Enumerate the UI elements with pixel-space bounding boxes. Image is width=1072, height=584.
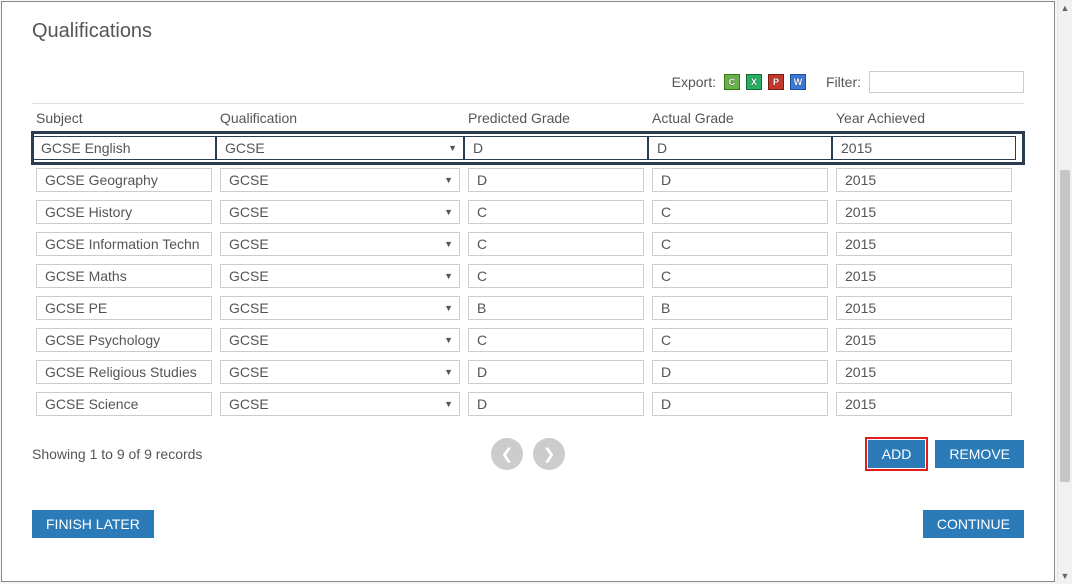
pager: ❮ ❯ <box>491 438 565 470</box>
table-row[interactable]: GCSE PE GCSE BB 2015 <box>32 292 1024 324</box>
table-header: Subject Qualification Predicted Grade Ac… <box>32 104 1024 132</box>
col-predicted-grade[interactable]: Predicted Grade <box>464 110 648 126</box>
row-action-buttons: ADD REMOVE <box>868 440 1024 468</box>
qualification-select[interactable]: GCSE <box>220 360 460 384</box>
predicted-grade-input[interactable]: D <box>468 168 644 192</box>
table-toolbar: Export: C X P W Filter: <box>32 71 1024 93</box>
predicted-grade-input[interactable]: C <box>468 328 644 352</box>
qualification-select[interactable]: GCSE <box>220 200 460 224</box>
actual-grade-input[interactable]: D <box>648 136 832 160</box>
records-info: Showing 1 to 9 of 9 records <box>32 446 202 462</box>
continue-button[interactable]: CONTINUE <box>923 510 1024 538</box>
actual-grade-input[interactable]: D <box>652 392 828 416</box>
table-row[interactable]: GCSE Information Techn GCSE CC 2015 <box>32 228 1024 260</box>
predicted-grade-input[interactable]: C <box>468 264 644 288</box>
qualifications-table: Subject Qualification Predicted Grade Ac… <box>32 103 1024 420</box>
table-row[interactable]: GCSE Science GCSE DD 2015 <box>32 388 1024 420</box>
year-achieved-input[interactable]: 2015 <box>832 136 1016 160</box>
scrollbar-track[interactable] <box>1058 16 1072 568</box>
filter-label: Filter: <box>826 74 861 90</box>
year-achieved-input[interactable]: 2015 <box>836 392 1012 416</box>
qualification-select[interactable]: GCSE <box>220 328 460 352</box>
year-achieved-input[interactable]: 2015 <box>836 360 1012 384</box>
subject-input[interactable]: GCSE Geography <box>36 168 212 192</box>
year-achieved-input[interactable]: 2015 <box>836 168 1012 192</box>
actual-grade-input[interactable]: C <box>652 200 828 224</box>
subject-input[interactable]: GCSE Psychology <box>36 328 212 352</box>
table-row[interactable]: GCSE Geography GCSE DD 2015 <box>32 164 1024 196</box>
subject-input[interactable]: GCSE English <box>32 136 216 160</box>
table-row[interactable]: GCSE EnglishGCSEDD2015 <box>32 132 1024 164</box>
table-row[interactable]: GCSE History GCSE CC 2015 <box>32 196 1024 228</box>
col-actual-grade[interactable]: Actual Grade <box>648 110 832 126</box>
actual-grade-input[interactable]: C <box>652 264 828 288</box>
predicted-grade-input[interactable]: C <box>468 200 644 224</box>
pager-prev-button[interactable]: ❮ <box>491 438 523 470</box>
qualification-select[interactable]: GCSE <box>220 392 460 416</box>
pager-next-button[interactable]: ❯ <box>533 438 565 470</box>
finish-later-button[interactable]: FINISH LATER <box>32 510 154 538</box>
year-achieved-input[interactable]: 2015 <box>836 200 1012 224</box>
year-achieved-input[interactable]: 2015 <box>836 232 1012 256</box>
remove-button[interactable]: REMOVE <box>935 440 1024 468</box>
year-achieved-input[interactable]: 2015 <box>836 296 1012 320</box>
filter-input[interactable] <box>869 71 1024 93</box>
qualification-select[interactable]: GCSE <box>216 136 464 160</box>
predicted-grade-input[interactable]: D <box>464 136 648 160</box>
export-label: Export: <box>672 74 716 90</box>
word-export-icon[interactable]: W <box>790 74 806 90</box>
predicted-grade-input[interactable]: C <box>468 232 644 256</box>
predicted-grade-input[interactable]: D <box>468 392 644 416</box>
actual-grade-input[interactable]: D <box>652 360 828 384</box>
scrollbar[interactable]: ▲ ▼ <box>1057 0 1072 584</box>
col-subject[interactable]: Subject <box>32 110 216 126</box>
subject-input[interactable]: GCSE History <box>36 200 212 224</box>
subject-input[interactable]: GCSE PE <box>36 296 212 320</box>
qualification-select[interactable]: GCSE <box>220 168 460 192</box>
qualification-select[interactable]: GCSE <box>220 296 460 320</box>
predicted-grade-input[interactable]: D <box>468 360 644 384</box>
year-achieved-input[interactable]: 2015 <box>836 264 1012 288</box>
page-actions: FINISH LATER CONTINUE <box>32 510 1024 538</box>
pdf-export-icon[interactable]: P <box>768 74 784 90</box>
year-achieved-input[interactable]: 2015 <box>836 328 1012 352</box>
chevron-right-icon: ❯ <box>543 445 556 463</box>
table-row[interactable]: GCSE Maths GCSE CC 2015 <box>32 260 1024 292</box>
qualification-select[interactable]: GCSE <box>220 264 460 288</box>
col-qualification[interactable]: Qualification <box>216 110 464 126</box>
chevron-left-icon: ❮ <box>501 445 514 463</box>
subject-input[interactable]: GCSE Religious Studies <box>36 360 212 384</box>
predicted-grade-input[interactable]: B <box>468 296 644 320</box>
subject-input[interactable]: GCSE Maths <box>36 264 212 288</box>
csv-export-icon[interactable]: C <box>724 74 740 90</box>
qualifications-page: Qualifications Export: C X P W Filter: S… <box>2 2 1054 558</box>
page-title: Qualifications <box>32 20 1024 43</box>
app-viewport: Qualifications Export: C X P W Filter: S… <box>1 1 1055 582</box>
scrollbar-thumb[interactable] <box>1060 170 1070 482</box>
table-row[interactable]: GCSE Religious Studies GCSE DD 2015 <box>32 356 1024 388</box>
add-button[interactable]: ADD <box>868 440 926 468</box>
actual-grade-input[interactable]: B <box>652 296 828 320</box>
subject-input[interactable]: GCSE Information Techn <box>36 232 212 256</box>
excel-export-icon[interactable]: X <box>746 74 762 90</box>
actual-grade-input[interactable]: D <box>652 168 828 192</box>
actual-grade-input[interactable]: C <box>652 328 828 352</box>
actual-grade-input[interactable]: C <box>652 232 828 256</box>
table-footer: Showing 1 to 9 of 9 records ❮ ❯ ADD REMO… <box>32 440 1024 468</box>
scroll-down-arrow[interactable]: ▼ <box>1058 568 1072 584</box>
table-row[interactable]: GCSE Psychology GCSE CC 2015 <box>32 324 1024 356</box>
scroll-up-arrow[interactable]: ▲ <box>1058 0 1072 16</box>
subject-input[interactable]: GCSE Science <box>36 392 212 416</box>
qualification-select[interactable]: GCSE <box>220 232 460 256</box>
col-year-achieved[interactable]: Year Achieved <box>832 110 1016 126</box>
